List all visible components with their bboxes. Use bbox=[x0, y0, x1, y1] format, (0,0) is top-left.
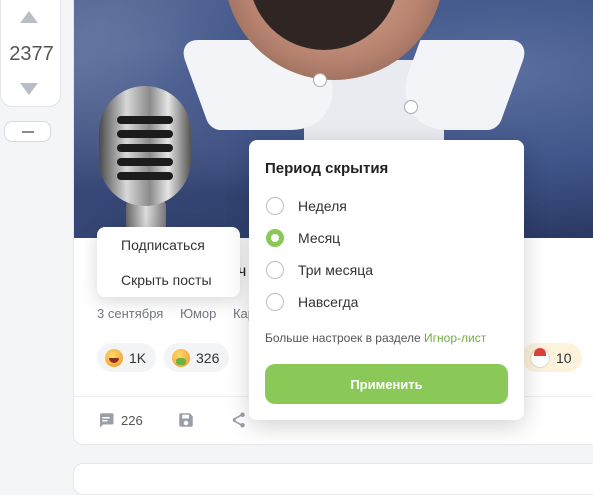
hide-posts-menu-item[interactable]: Скрыть посты bbox=[121, 272, 212, 288]
radio-button[interactable] bbox=[266, 261, 284, 279]
more-settings-text: Больше настроек в разделе bbox=[265, 331, 421, 345]
save-button[interactable] bbox=[177, 411, 195, 429]
ignore-list-link[interactable]: Игнор-лист bbox=[424, 331, 486, 345]
post-meta: 3 сентября Юмор Карт bbox=[97, 306, 274, 321]
reaction-count: 10 bbox=[556, 349, 572, 366]
microphone-image bbox=[99, 86, 191, 206]
sick-emoji-icon bbox=[172, 348, 190, 367]
post-date: 3 сентября bbox=[97, 306, 164, 321]
post-tag[interactable]: Юмор bbox=[180, 306, 216, 321]
radio-button[interactable] bbox=[266, 197, 284, 215]
minus-icon bbox=[22, 131, 34, 133]
period-option-month[interactable]: Месяц bbox=[266, 229, 340, 247]
reaction-chip[interactable]: 10 bbox=[522, 343, 582, 372]
downvote-arrow-icon[interactable] bbox=[20, 83, 38, 95]
reaction-count: 326 bbox=[196, 349, 220, 366]
santa-emoji-icon bbox=[530, 347, 550, 368]
share-button[interactable] bbox=[229, 411, 247, 429]
popover-title: Период скрытия bbox=[265, 160, 389, 177]
share-icon bbox=[232, 412, 245, 428]
radio-button-checked[interactable] bbox=[266, 229, 284, 247]
apply-button[interactable]: Применить bbox=[265, 364, 508, 404]
comments-count: 226 bbox=[121, 412, 143, 428]
subscribe-menu-item[interactable]: Подписаться bbox=[121, 237, 205, 253]
option-label: Неделя bbox=[298, 198, 347, 214]
period-option-forever[interactable]: Навсегда bbox=[266, 293, 358, 311]
option-label: Три месяца bbox=[298, 262, 374, 278]
reaction-count: 1K bbox=[129, 349, 147, 366]
collapse-button[interactable] bbox=[4, 121, 51, 142]
vote-box: 2377 bbox=[0, 0, 61, 107]
period-option-week[interactable]: Неделя bbox=[266, 197, 347, 215]
comment-icon bbox=[100, 413, 114, 428]
reaction-chip[interactable]: 1K bbox=[97, 343, 157, 372]
reaction-chip[interactable]: 326 bbox=[164, 343, 230, 372]
laughing-emoji-icon bbox=[105, 348, 123, 367]
post-context-menu: Подписаться Скрыть посты bbox=[97, 227, 240, 297]
comments-button[interactable]: 226 bbox=[97, 411, 143, 429]
option-label: Навсегда bbox=[298, 294, 359, 310]
next-post-card bbox=[73, 463, 593, 495]
hide-period-popover: Период скрытия Неделя Месяц Три месяца Н… bbox=[249, 140, 524, 420]
radio-button[interactable] bbox=[266, 293, 284, 311]
vote-count: 2377 bbox=[9, 43, 54, 65]
option-label: Месяц bbox=[298, 230, 341, 246]
save-icon bbox=[179, 413, 193, 427]
upvote-arrow-icon[interactable] bbox=[20, 11, 38, 23]
period-option-three-months[interactable]: Три месяца bbox=[266, 261, 373, 279]
more-settings-note: Больше настроек в разделе Игнор-лист bbox=[265, 331, 486, 345]
